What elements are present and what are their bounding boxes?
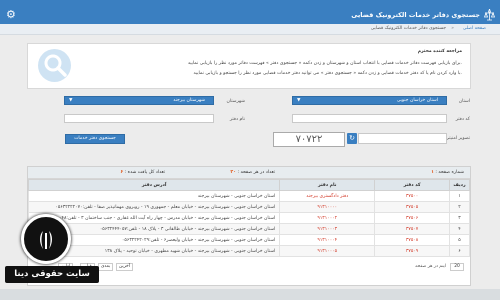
name-label: نام دفتر: [229, 117, 245, 122]
index-cell: ۱: [448, 190, 471, 202]
pager-next[interactable]: بعدی: [98, 263, 114, 271]
address-cell: استان خراسان جنوبی - شهرستان بیرجند: [27, 190, 281, 202]
chevron-down-icon: ▼: [69, 98, 73, 103]
table-row[interactable]: استان خراسان جنوبی - شهرستان بیرجند - خی…: [27, 212, 471, 224]
watermark-site-name: سایت حقوقی دینا: [5, 266, 99, 283]
breadcrumb-home[interactable]: صفحه اصلی: [463, 26, 486, 31]
captcha-input[interactable]: [358, 133, 447, 144]
page-number: شماره صفحه : ۱: [431, 170, 464, 175]
column-header-address[interactable]: آدرس دفتر: [27, 179, 281, 191]
code-cell[interactable]: ۳۷۵۰۹: [374, 245, 450, 257]
captcha-label: تصویر امنیتی: [445, 136, 470, 141]
pager-last[interactable]: آخرین: [116, 263, 133, 271]
chevron-down-icon: ▼: [297, 98, 301, 103]
judiciary-emblem-icon: [484, 9, 495, 21]
column-header-code[interactable]: کد دفتر: [374, 179, 450, 191]
help-heading: مراجعه کننده محترم: [417, 49, 462, 54]
page-size-label: ایتم در هر صفحه: [415, 264, 446, 269]
name-cell[interactable]: ۹۱۳۱۰۰۰۰: [279, 201, 376, 213]
name-input[interactable]: [64, 114, 214, 123]
code-input[interactable]: [292, 114, 447, 123]
page-size-select[interactable]: 20: [450, 263, 464, 271]
breadcrumb-separator: »: [451, 26, 454, 31]
gear-icon[interactable]: ⚙: [6, 9, 18, 21]
index-cell: ۴: [448, 223, 471, 235]
city-select[interactable]: شهرستان بیرجند ▼: [64, 96, 214, 105]
city-label: شهرستان: [226, 99, 245, 104]
table-row[interactable]: استان خراسان جنوبی - شهرستان بیرجند - خی…: [27, 223, 471, 235]
province-select[interactable]: استان خراسان جنوبی ▼: [292, 96, 447, 105]
results-table: آدرس دفتر نام دفتر کد دفتر ردیف استان خر…: [27, 179, 471, 257]
scales-logo-icon: [40, 231, 52, 249]
page-title: جستجوی دفاتر خدمات الکترونیک قضایی: [351, 11, 480, 19]
address-cell: استان خراسان جنوبی - شهرستان بیرجند - خی…: [27, 201, 281, 213]
name-cell[interactable]: دفتر دادگستری بیرجند: [279, 190, 376, 202]
index-cell: ۵: [448, 234, 471, 246]
results-summary: شماره صفحه : ۱ تعداد در هر صفحه : ۲۰ تعد…: [28, 167, 470, 179]
help-line-1: برای بازیابی فهرست دفاتر خدمات قضایی با …: [187, 61, 462, 66]
code-cell[interactable]: ۳۷۵۰۷: [374, 223, 450, 235]
table-row[interactable]: استان خراسان جنوبی - شهرستان بیرجند - خی…: [27, 201, 471, 213]
help-illustration: [38, 49, 71, 82]
per-page-count: تعداد در هر صفحه : ۲۰: [230, 170, 275, 175]
table-row[interactable]: استان خراسان جنوبی - شهرستان بیرجند دفتر…: [27, 190, 471, 202]
province-value: استان خراسان جنوبی: [396, 98, 438, 103]
code-cell[interactable]: ۳۷۵۰۶: [374, 212, 450, 224]
table-row[interactable]: استان خراسان جنوبی - شهرستان بیرجند - خی…: [27, 245, 471, 257]
name-cell[interactable]: ۹۱۳۱۰۰۰۵: [279, 245, 376, 257]
refresh-icon[interactable]: ↻: [347, 133, 357, 144]
name-cell[interactable]: ۹۱۳۱۰۰۰۲: [279, 212, 376, 224]
total-count: تعداد کل یافت شده : ۶: [120, 170, 165, 175]
footer-strip: [0, 289, 500, 300]
code-cell[interactable]: ۳۷۵۰۸: [374, 234, 450, 246]
index-cell: ۳: [448, 212, 471, 224]
code-cell[interactable]: ۳۷۵۰۵: [374, 201, 450, 213]
help-panel: مراجعه کننده محترم برای بازیابی فهرست دف…: [27, 43, 471, 89]
city-value: شهرستان بیرجند: [173, 98, 205, 103]
province-label: استان: [458, 99, 470, 104]
name-cell[interactable]: ۹۱۳۱۰۰۰۴: [279, 234, 376, 246]
table-row[interactable]: استان خراسان جنوبی - شهرستان بیرجند - خی…: [27, 234, 471, 246]
code-label: کد دفتر: [455, 117, 470, 122]
search-icon: [44, 54, 67, 77]
help-line-2: با وارد کردن نام یا کد دفتر خدمات قضایی …: [193, 71, 462, 76]
index-cell: ۲: [448, 201, 471, 213]
breadcrumb: صفحه اصلی » جستجوی دفاتر خدمات الکترونیک…: [0, 24, 500, 35]
code-cell[interactable]: ۳۷۵۰۰: [374, 190, 450, 202]
name-cell[interactable]: ۹۱۳۱۰۰۰۳: [279, 223, 376, 235]
column-header-index[interactable]: ردیف: [448, 179, 471, 191]
watermark-logo: [21, 214, 71, 264]
breadcrumb-current: جستجوی دفاتر خدمات الکترونیک قضایی: [370, 26, 446, 31]
column-header-name[interactable]: نام دفتر: [279, 179, 376, 191]
index-cell: ۶: [448, 245, 471, 257]
address-cell: استان خراسان جنوبی - شهرستان بیرجند - خی…: [27, 212, 281, 224]
search-office-button[interactable]: جستجوی دفتر خدمات: [65, 134, 125, 144]
captcha-image: ۷۰۷۲۲: [273, 132, 345, 147]
